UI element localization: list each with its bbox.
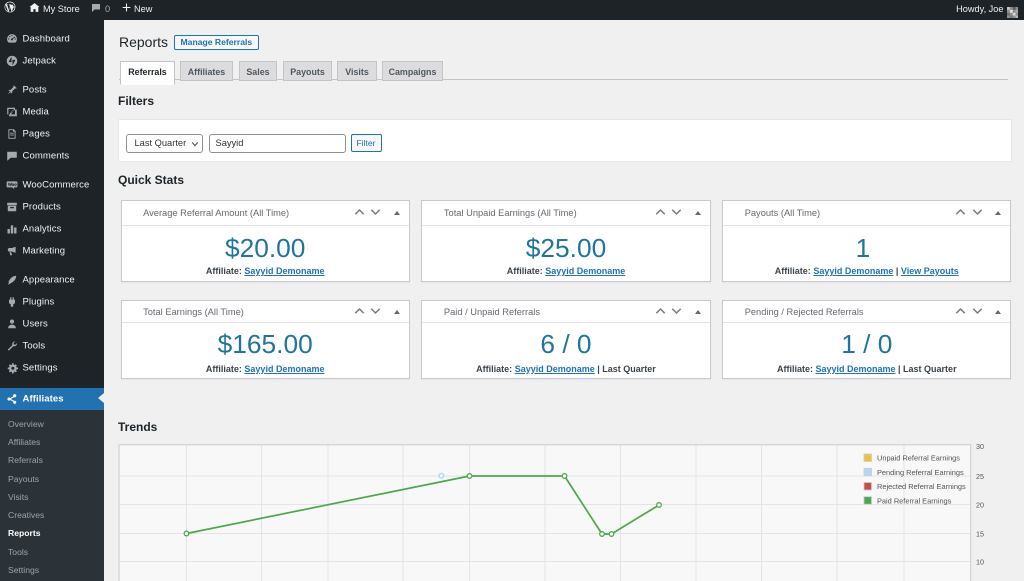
svg-text:Paid Referral Earnings: Paid Referral Earnings xyxy=(877,496,952,505)
svg-text:20: 20 xyxy=(976,501,984,510)
svg-text:15: 15 xyxy=(976,530,984,539)
svg-text:10: 10 xyxy=(976,558,984,567)
svg-text:25: 25 xyxy=(976,472,984,481)
svg-text:30: 30 xyxy=(976,442,984,451)
svg-text:Unpaid Referral Earnings: Unpaid Referral Earnings xyxy=(877,454,960,463)
svg-text:Rejected Referral Earnings: Rejected Referral Earnings xyxy=(877,482,966,491)
svg-text:Pending Referral Earnings: Pending Referral Earnings xyxy=(877,468,964,477)
